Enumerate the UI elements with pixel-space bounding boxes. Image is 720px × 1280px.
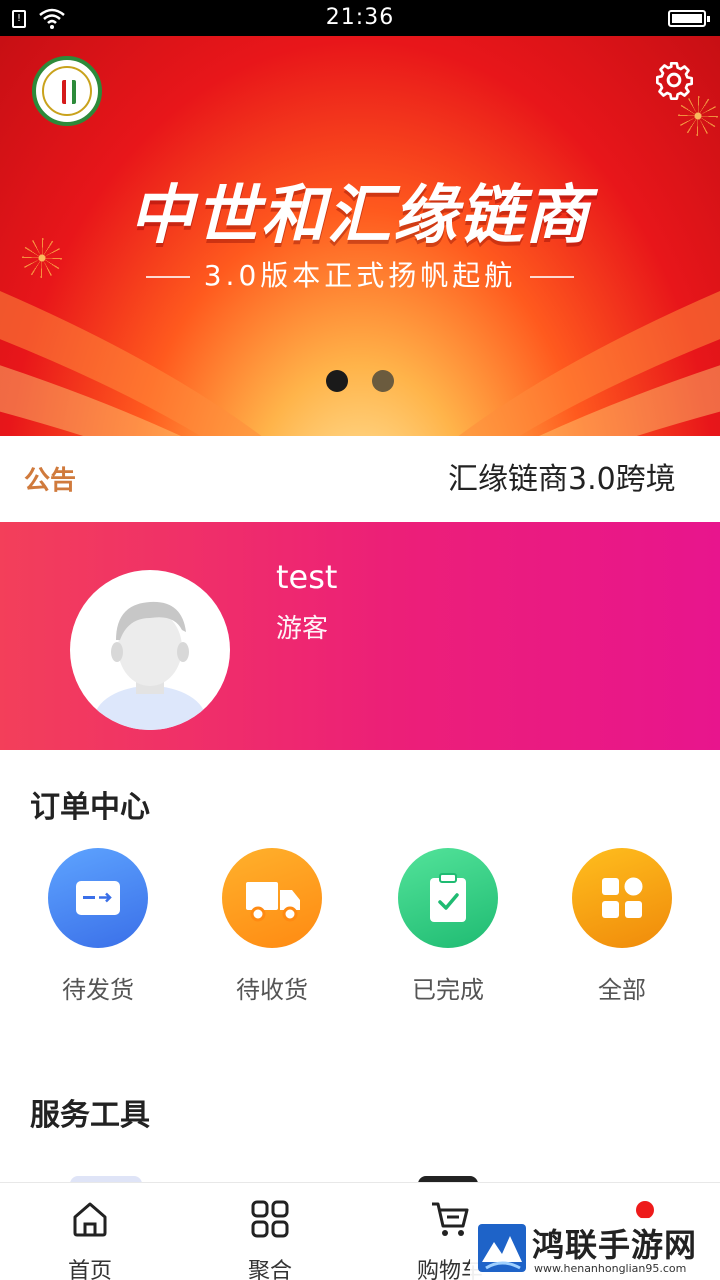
tab-label: 聚合 [247, 1259, 292, 1280]
carousel-dot-active[interactable] [326, 370, 348, 392]
order-item-label: 全部 [598, 976, 646, 1004]
watermark-name: 鸿联手游网 [532, 1226, 698, 1264]
home-icon [73, 1202, 107, 1237]
order-pending-shipment[interactable]: 待发货 [38, 848, 158, 1005]
carousel-indicator [326, 370, 394, 392]
order-item-label: 待收货 [236, 976, 308, 1004]
app-screen: ! 21:36 中世和汇缘链商 3.0版本正式扬帆起航 公告 汇缘链商3.0跨境… [0, 0, 720, 1280]
tab-home[interactable]: 首页 [30, 1197, 150, 1280]
order-item-label: 已完成 [412, 976, 484, 1004]
status-bar: ! 21:36 [0, 0, 720, 36]
user-name: test [276, 558, 338, 596]
notice-marquee-text: 汇缘链商3.0跨境 [448, 462, 676, 497]
order-all[interactable]: 全部 [562, 848, 682, 1005]
default-avatar-icon [94, 601, 206, 730]
order-item-label: 待发货 [62, 976, 134, 1004]
notice-bar[interactable]: 公告 汇缘链商3.0跨境 [0, 436, 720, 522]
grid-icon [602, 877, 643, 918]
cart-icon [432, 1202, 469, 1236]
order-completed[interactable]: 已完成 [388, 848, 508, 1005]
battery-icon [668, 10, 710, 27]
brand-logo [32, 56, 102, 126]
banner-subline: 3.0版本正式扬帆起航 [0, 254, 720, 294]
avatar[interactable] [70, 570, 230, 730]
order-center-grid: 待发货 待收货 已完成 全部 [0, 848, 720, 1008]
carousel-dot[interactable] [372, 370, 394, 392]
truck-icon [246, 882, 300, 922]
tab-aggregate[interactable]: 聚合 [210, 1197, 330, 1280]
watermark-logo-icon [478, 1224, 526, 1272]
firework-decoration [678, 96, 718, 136]
user-role: 游客 [276, 614, 329, 644]
service-tools-title: 服务工具 [30, 1098, 150, 1133]
notice-label: 公告 [24, 466, 77, 496]
promo-banner[interactable]: 中世和汇缘链商 3.0版本正式扬帆起航 [0, 36, 720, 436]
order-center-title: 订单中心 [30, 790, 150, 825]
user-profile-card[interactable]: test 游客 [0, 522, 720, 750]
order-pending-receipt[interactable]: 待收货 [212, 848, 332, 1005]
clock: 21:36 [325, 5, 395, 30]
grid-icon [251, 1200, 289, 1238]
clipboard-check-icon [430, 873, 466, 922]
banner-headline: 中世和汇缘链商 [129, 179, 591, 253]
pending-shipment-icon [76, 881, 120, 915]
tab-label: 首页 [67, 1259, 112, 1280]
watermark-url: www.henanhonglian95.com [534, 1262, 687, 1275]
site-watermark: 鸿联手游网 www.henanhonglian95.com [470, 1218, 720, 1280]
settings-gear-icon[interactable] [654, 60, 694, 100]
notification-badge [636, 1201, 654, 1219]
